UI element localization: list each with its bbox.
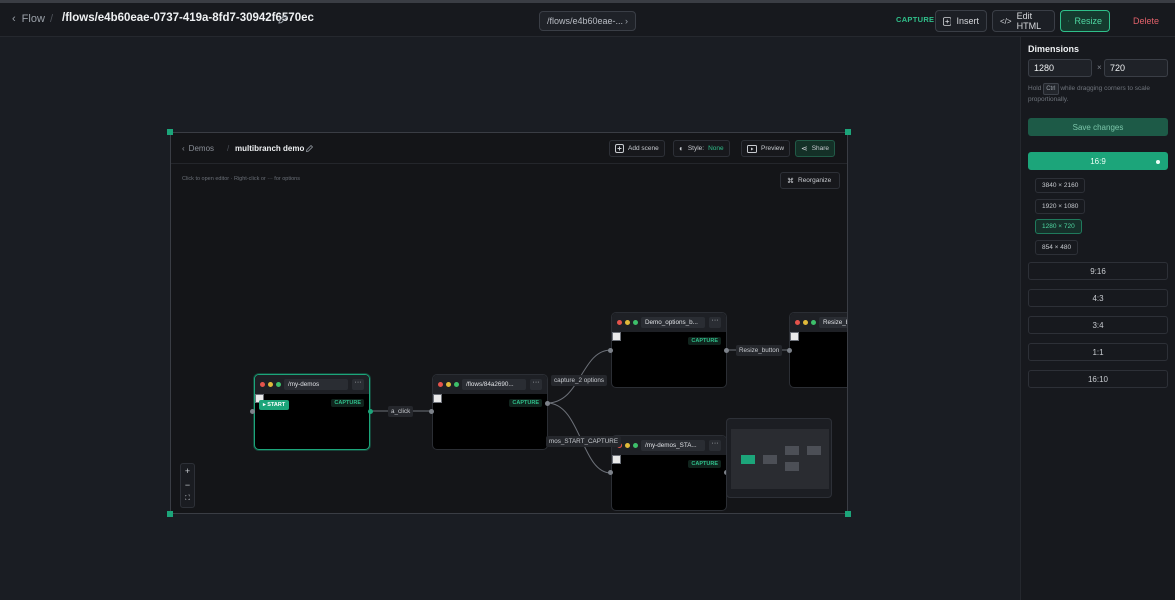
scene-canvas[interactable]: ‹ Demos / multibranch demo Add scene ◐ S…	[170, 132, 848, 514]
edge-label-resize[interactable]: Resize_button	[736, 345, 783, 356]
resize-handle-bottom-right[interactable]	[845, 511, 851, 517]
broken-image-icon	[433, 394, 442, 403]
node-menu-button[interactable]: ···	[709, 317, 721, 328]
minimap-node	[763, 455, 777, 464]
ratio-4-3[interactable]: 4:3	[1028, 289, 1168, 307]
input-port[interactable]	[608, 348, 613, 353]
dimensions-title: Dimensions	[1028, 44, 1080, 54]
window-dots-icon	[438, 382, 459, 387]
flow-path-selector[interactable]: /flows/e4b60eae-... ›	[539, 11, 636, 31]
scene-node-flows[interactable]: /flows/84a2690... ··· CAPTURE	[432, 374, 548, 450]
scene-node-my-demos-start[interactable]: /my-demos_STA... ··· CAPTURE	[611, 435, 727, 511]
preset-1920x1080[interactable]: 1920 × 1080	[1035, 199, 1086, 214]
output-port[interactable]	[545, 401, 550, 406]
input-port[interactable]	[429, 409, 434, 414]
node-menu-button[interactable]: ···	[530, 379, 542, 390]
dimensions-panel: Dimensions 1280 × 720 Hold Ctrl while dr…	[1020, 37, 1175, 600]
zoom-in-button[interactable]: +	[181, 464, 194, 478]
minimap-node	[741, 455, 755, 464]
zoom-controls: + − ⛶	[180, 463, 195, 508]
ratio-9-16[interactable]: 9:16	[1028, 262, 1168, 280]
minimap-node	[785, 462, 799, 471]
plus-box-icon	[943, 16, 952, 26]
code-icon: </>	[1000, 16, 1012, 26]
resize-icon	[1068, 20, 1070, 22]
chevron-right-icon: ›	[625, 16, 628, 26]
height-input[interactable]: 720	[1104, 59, 1168, 77]
back-label: Flow	[21, 13, 45, 25]
times-sign: ×	[1097, 63, 1102, 72]
ratio-1-1[interactable]: 1:1	[1028, 343, 1168, 361]
insert-label: Insert	[956, 16, 979, 26]
scene-node-resize[interactable]: Resize_b	[789, 312, 847, 388]
ratio-16-10[interactable]: 16:10	[1028, 370, 1168, 388]
broken-image-icon	[612, 455, 621, 464]
minimap-node	[807, 446, 821, 455]
ctrl-key: Ctrl	[1043, 83, 1059, 95]
start-badge: ▸ START	[259, 400, 290, 410]
selected-dot-icon	[1156, 160, 1160, 164]
edit-html-button[interactable]: </> Edit HTML	[992, 10, 1055, 32]
input-port[interactable]	[250, 409, 255, 414]
delete-button[interactable]: Delete	[1133, 16, 1159, 26]
resize-handle-top-left[interactable]	[167, 129, 173, 135]
scene-node-demo-options[interactable]: Demo_options_b... ··· CAPTURE	[611, 312, 727, 388]
capture-status: CAPTURE	[896, 15, 935, 24]
input-port[interactable]	[608, 470, 613, 475]
node-title: /my-demos_STA...	[641, 440, 705, 451]
node-title: /my-demos	[284, 379, 348, 390]
zoom-out-button[interactable]: −	[181, 478, 194, 492]
top-bar: ‹ Flow / /flows/e4b60eae-0737-419a-8fd7-…	[0, 3, 1175, 37]
breadcrumb-separator: /	[50, 13, 54, 25]
save-changes-button[interactable]: Save changes	[1028, 118, 1168, 136]
width-input[interactable]: 1280	[1028, 59, 1092, 77]
ratio-16-9[interactable]: 16:9	[1028, 152, 1168, 170]
preset-3840x2160[interactable]: 3840 × 2160	[1035, 178, 1086, 193]
node-menu-button[interactable]: ···	[709, 440, 721, 451]
window-dots-icon	[795, 320, 816, 325]
capture-badge: CAPTURE	[331, 399, 364, 407]
edit-html-label: Edit HTML	[1016, 11, 1042, 31]
minimap-node	[785, 446, 799, 455]
edge-label-capture-2[interactable]: capture_2 options	[551, 375, 608, 386]
window-dots-icon	[260, 382, 281, 387]
edge-label-a-click[interactable]: a_click	[388, 406, 414, 417]
ratio-3-4[interactable]: 3:4	[1028, 316, 1168, 334]
output-port[interactable]	[724, 348, 729, 353]
flow-path-selector-label: /flows/e4b60eae-...	[547, 16, 624, 26]
chevron-left-icon: ‹	[12, 13, 16, 25]
resize-button[interactable]: Resize	[1060, 10, 1110, 32]
fit-view-icon[interactable]: ⛶	[181, 492, 194, 506]
window-dots-icon	[617, 320, 638, 325]
insert-button[interactable]: Insert	[935, 10, 987, 32]
node-menu-button[interactable]: ···	[352, 379, 364, 390]
back-to-flow-link[interactable]: ‹ Flow	[12, 13, 45, 25]
scene-node-my-demos[interactable]: /my-demos ··· ▸ START CAPTURE	[254, 374, 370, 450]
capture-badge: CAPTURE	[688, 460, 721, 468]
node-title: /flows/84a2690...	[462, 379, 526, 390]
preset-854x480[interactable]: 854 × 480	[1035, 240, 1079, 255]
node-title: Resize_b	[819, 317, 847, 328]
output-port[interactable]	[368, 409, 373, 414]
broken-image-icon	[612, 332, 621, 341]
minimap-viewport	[731, 429, 829, 489]
resize-label: Resize	[1074, 16, 1102, 26]
pencil-icon[interactable]	[277, 13, 289, 25]
minimap[interactable]	[726, 418, 832, 498]
edge-label-start-capture[interactable]: mos_START_CAPTURE	[546, 436, 622, 447]
scale-hint: Hold Ctrl while dragging corners to scal…	[1028, 83, 1150, 103]
resize-handle-top-right[interactable]	[845, 129, 851, 135]
preset-1280x720[interactable]: 1280 × 720	[1035, 219, 1082, 234]
capture-badge: CAPTURE	[688, 337, 721, 345]
resize-handle-bottom-left[interactable]	[167, 511, 173, 517]
capture-badge: CAPTURE	[509, 399, 542, 407]
node-title: Demo_options_b...	[641, 317, 705, 328]
input-port[interactable]	[787, 348, 792, 353]
broken-image-icon	[790, 332, 799, 341]
